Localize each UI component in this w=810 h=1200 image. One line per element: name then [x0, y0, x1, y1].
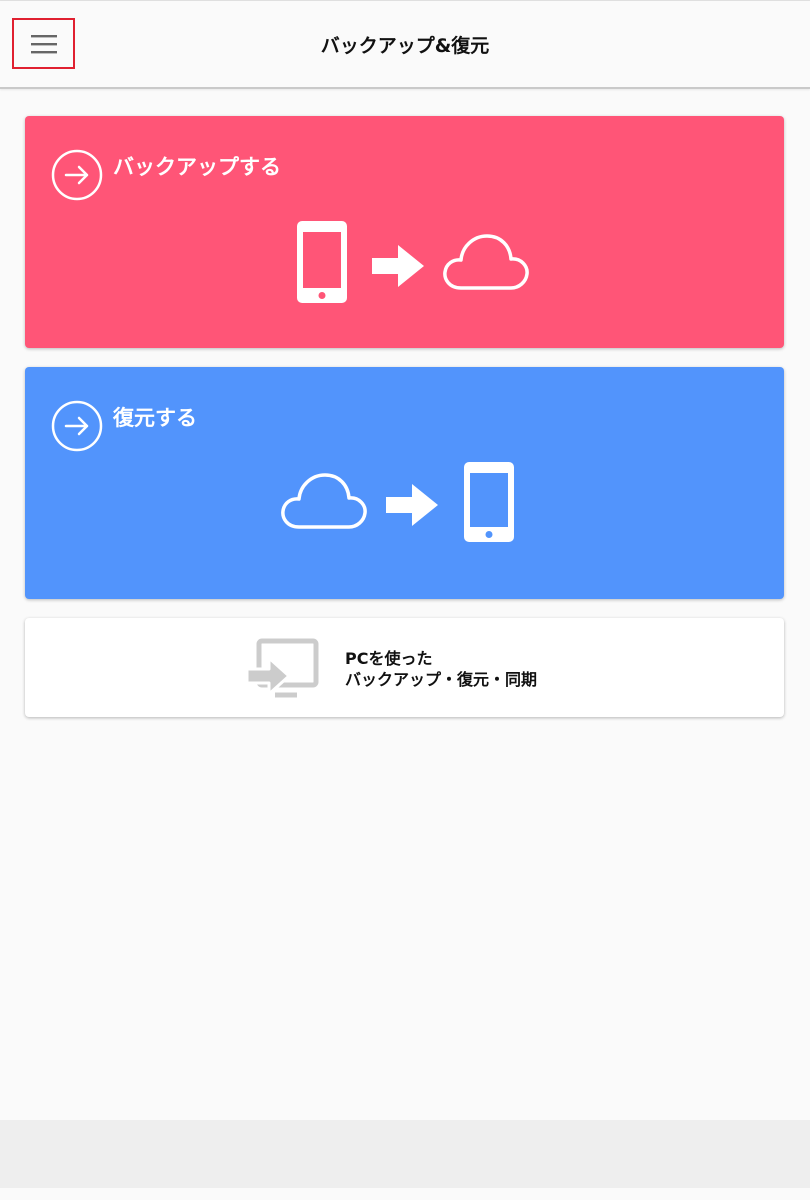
right-arrow-icon [372, 245, 424, 287]
backup-label: バックアップする [113, 155, 281, 179]
backup-card[interactable]: バックアップする [25, 116, 784, 348]
restore-label: 復元する [113, 406, 197, 430]
smartphone-icon [297, 221, 347, 303]
cloud-icon [281, 473, 367, 529]
restore-card[interactable]: 復元する [25, 367, 784, 599]
pc-card-line1: PCを使った [345, 649, 433, 668]
pc-card-text: PCを使った バックアップ・復元・同期 [345, 648, 537, 690]
cloud-icon [443, 234, 529, 290]
arrow-circle-right-icon [51, 400, 103, 452]
page-title: バックアップ&復元 [320, 34, 490, 57]
pc-backup-card[interactable]: PCを使った バックアップ・復元・同期 [25, 618, 784, 717]
cast-to-pc-icon [247, 638, 319, 698]
pc-card-line2: バックアップ・復元・同期 [345, 670, 538, 689]
right-arrow-icon [386, 484, 438, 526]
arrow-circle-right-icon [51, 149, 103, 201]
smartphone-icon [464, 462, 514, 542]
bottom-bar [0, 1120, 810, 1188]
